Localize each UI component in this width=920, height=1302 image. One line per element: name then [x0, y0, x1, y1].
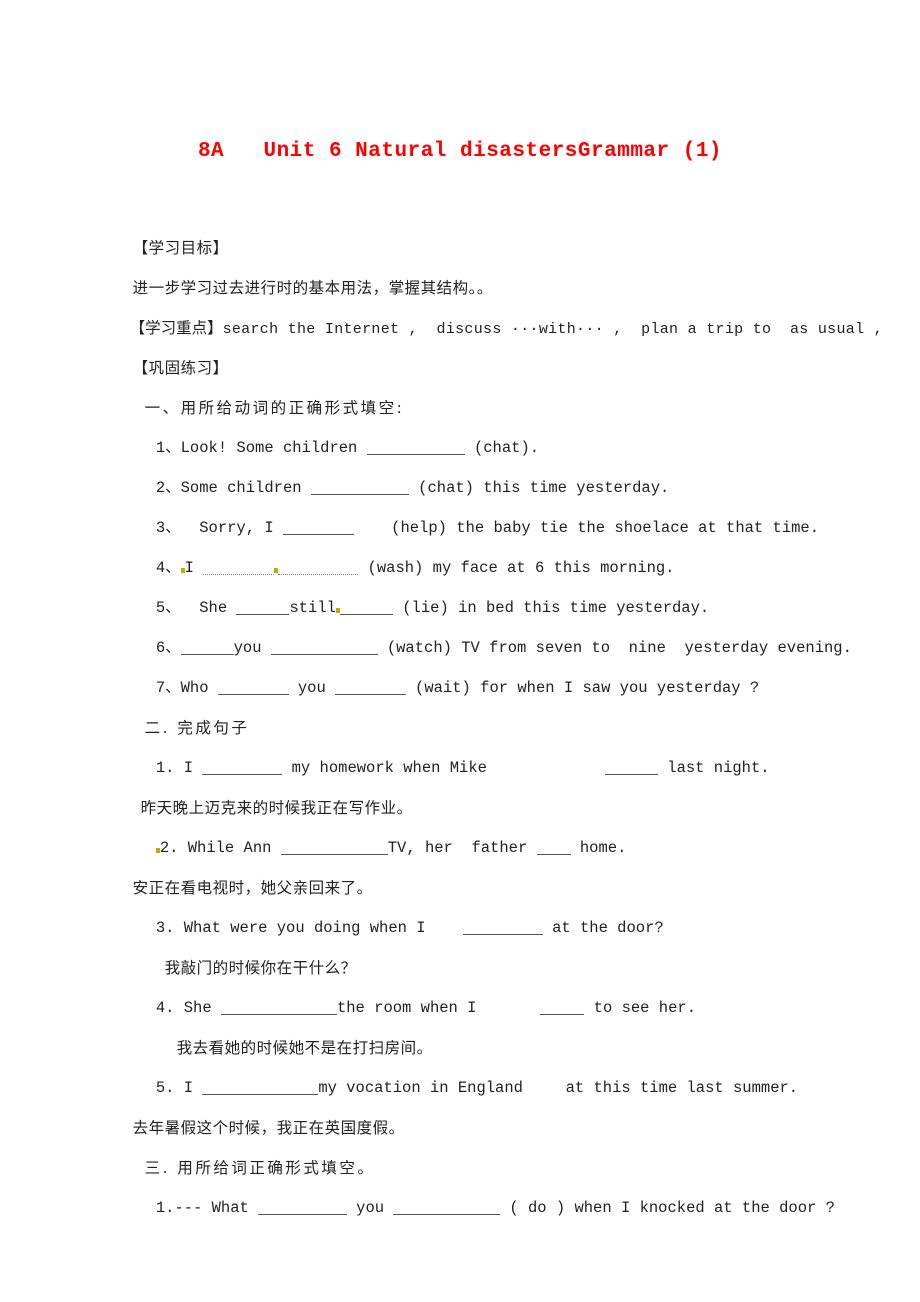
translation-text: 安正在看电视时，她父亲回来了。 [132, 879, 373, 897]
item-text-mid: my homework when Mike [282, 759, 487, 777]
item-text-mid: you [233, 639, 262, 657]
item-number: 7、 [155, 679, 181, 697]
item-text-pre: I [183, 759, 203, 777]
item-text-pre: What were you doing when I [183, 919, 463, 937]
item-text-post: (chat). [464, 439, 540, 457]
translation-text: 我敲门的时候你在干什么？ [164, 959, 357, 977]
item-text-pre: She [180, 599, 237, 617]
item-text-post: to see her. [584, 999, 696, 1017]
objective-text-value: 进一步学习过去进行时的基本用法，掌握其结构。。 [132, 279, 493, 297]
fill-blank[interactable] [278, 560, 359, 575]
fill-blank[interactable] [334, 680, 406, 695]
item-text-post: at the door? [542, 919, 664, 937]
fill-blank[interactable] [180, 640, 234, 655]
item-text-post: (help) the baby tie the shoelace at that… [353, 519, 820, 537]
item-text-pre: Who [180, 679, 218, 697]
item-text-mid: you [297, 679, 326, 697]
item-text-mid: the room when I [336, 999, 505, 1017]
item-number: 2. [159, 839, 188, 857]
item-text-post: (lie) in bed this time yesterday. [392, 599, 710, 617]
objective-heading: 【学习目标】 [100, 188, 860, 257]
item-number: 1. [155, 759, 184, 777]
item-number: 2、 [155, 479, 181, 497]
fill-blank[interactable] [217, 680, 289, 695]
item-text-post: at this time last summer. [546, 1079, 799, 1097]
fill-blank[interactable] [270, 640, 378, 655]
fill-blank[interactable] [540, 1000, 585, 1015]
fill-blank[interactable] [366, 440, 465, 455]
keypoint-text-value: search the Internet , discuss ···with···… [222, 321, 883, 338]
item-text-post: (wait) for when I saw you yesterday ? [405, 679, 760, 697]
fill-blank[interactable] [202, 1080, 319, 1095]
translation-text: 去年暑假这个时候，我正在英国度假。 [132, 1119, 405, 1137]
fill-blank[interactable] [604, 760, 658, 775]
item-text-mid: my vocation in England [318, 1079, 523, 1097]
fill-blank[interactable] [220, 1000, 337, 1015]
item-text-pre: I [184, 559, 204, 577]
item-text-post: last night. [657, 759, 770, 777]
item-number: 5、 [155, 599, 181, 617]
item-text-pre: Look! Some children [180, 439, 367, 457]
item-text-mid: TV, her father [387, 839, 537, 857]
item-number: 4、 [155, 559, 181, 577]
item-number: 4. [155, 999, 184, 1017]
item-text-mid: still [289, 599, 336, 617]
fill-blank[interactable] [202, 760, 283, 775]
part-one-heading-text: 一、用所给动词的正确形式填空: [144, 399, 405, 417]
item-number: 1、 [155, 439, 181, 457]
document-body: 【学习目标】 进一步学习过去进行时的基本用法，掌握其结构。。 【学习重点】sea… [100, 188, 883, 1217]
fill-blank[interactable] [280, 840, 388, 855]
item-text-pre: Sorry, I [180, 519, 283, 537]
item-text-pre: --- What [174, 1199, 259, 1217]
page-title: 8A Unit 6 Natural disastersGrammar (1) [197, 140, 723, 163]
practice-heading-text: 【巩固练习】 [132, 359, 229, 377]
item-text-post: (chat) this time yesterday. [408, 479, 670, 497]
fill-blank[interactable] [203, 560, 275, 575]
item-number: 6、 [155, 639, 181, 657]
item-text-post: (wash) my face at 6 this morning. [358, 559, 675, 577]
fill-blank[interactable] [282, 520, 354, 535]
document-page: 8A Unit 6 Natural disastersGrammar (1) 【… [0, 0, 920, 1302]
fill-blank[interactable] [393, 1200, 501, 1215]
item-text-post: (watch) TV from seven to nine yesterday … [377, 639, 852, 657]
fill-blank[interactable] [258, 1200, 348, 1215]
keypoint-heading-text: 【学习重点】 [129, 319, 223, 337]
item-number: 5. [155, 1079, 184, 1097]
part-two-heading-text: 二. 完成句子 [144, 719, 250, 737]
item-text-pre: She [183, 999, 221, 1017]
item-text-post: ( do ) when I knocked at the door ? [500, 1199, 835, 1217]
item-number: 1. [155, 1199, 175, 1217]
translation-text: 昨天晚上迈克来的时候我正在写作业。 [140, 799, 413, 817]
part-three-heading-text: 三. 用所给词正确形式填空。 [144, 1159, 376, 1177]
fill-blank[interactable] [536, 840, 571, 855]
fill-blank[interactable] [236, 600, 290, 615]
item-number: 3. [155, 919, 184, 937]
objective-heading-text: 【学习目标】 [132, 239, 229, 257]
item-text-post: home. [570, 839, 627, 857]
item-number: 3、 [155, 519, 181, 537]
translation-text: 我去看她的时候她不是在打扫房间。 [176, 1039, 433, 1057]
item-text-pre: Some children [180, 479, 311, 497]
item-text-pre: While Ann [187, 839, 281, 857]
item-text-mid: you [356, 1199, 385, 1217]
fill-blank[interactable] [339, 600, 393, 615]
item-text-pre: I [183, 1079, 203, 1097]
fill-blank[interactable] [310, 480, 409, 495]
fill-blank[interactable] [462, 920, 543, 935]
